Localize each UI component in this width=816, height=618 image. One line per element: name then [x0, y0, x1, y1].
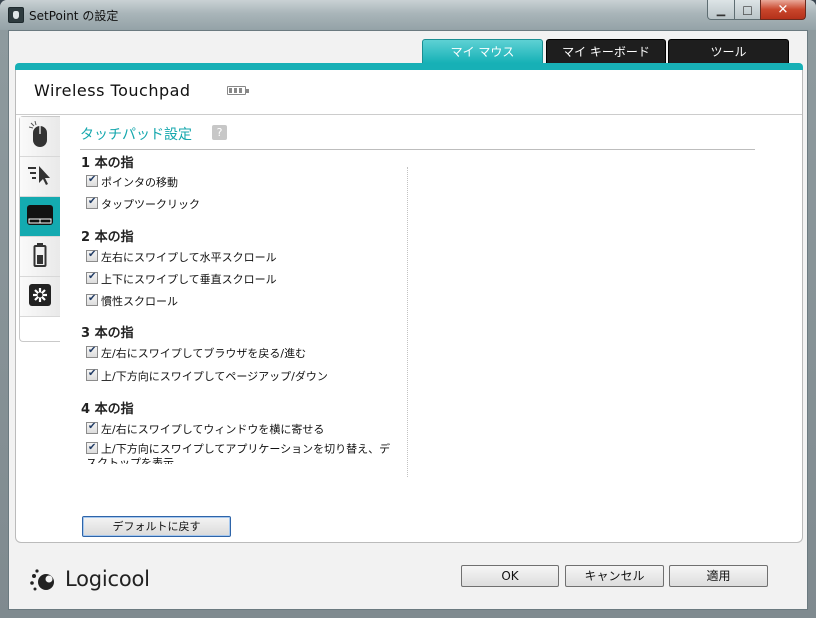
column-divider: [407, 167, 408, 477]
checkbox-pointer-move[interactable]: ポインタの移動: [86, 174, 178, 190]
group-heading-2-fingers: 2 本の指: [81, 230, 134, 245]
header-divider: [16, 114, 802, 115]
maximize-icon: □: [742, 3, 753, 16]
window-title: SetPoint の設定: [29, 9, 119, 23]
checkbox-checked-icon: [86, 249, 98, 262]
brand-name: Logicool: [65, 567, 150, 591]
checkbox-inertial-scroll[interactable]: 慣性スクロール: [86, 293, 178, 309]
mouse-icon: [28, 120, 51, 153]
checkbox-checked-icon: [86, 368, 98, 381]
checkbox-browser-back-forward[interactable]: 左/右にスワイプしてブラウザを戻る/進む: [86, 345, 306, 361]
battery-icon: [33, 242, 47, 272]
help-icon[interactable]: ?: [212, 125, 227, 140]
minimize-button[interactable]: ▁: [707, 0, 735, 20]
tab-my-keyboard[interactable]: マイ キーボード: [546, 39, 666, 64]
checkbox-checked-icon: [86, 345, 98, 358]
checkbox-checked-icon: [86, 174, 98, 187]
checkbox-page-up-down[interactable]: 上/下方向にスワイプしてページアップ/ダウン: [86, 368, 328, 384]
logicool-logo-icon: [30, 569, 54, 591]
checkbox-switch-apps-show-desktop[interactable]: 上/下方向にスワイプしてアプリケーションを切り替え、デスクトップを表示: [86, 442, 396, 464]
tab-my-mouse[interactable]: マイ マウス: [422, 39, 543, 64]
sidebar-item-mouse[interactable]: [20, 117, 60, 157]
side-tabs: [19, 116, 60, 342]
checkbox-tap-to-click[interactable]: タップツークリック: [86, 196, 200, 212]
close-icon: ✕: [777, 2, 789, 17]
group-heading-4-fingers: 4 本の指: [81, 402, 134, 417]
checkbox-checked-icon: [86, 421, 98, 434]
pointer-icon: [27, 163, 53, 191]
checkbox-checked-icon: [86, 196, 98, 209]
sidebar-item-touchpad[interactable]: [20, 197, 60, 237]
setpoint-app-icon: [8, 7, 24, 23]
section-divider: [80, 149, 755, 150]
ok-button[interactable]: OK: [461, 565, 559, 587]
sidebar-item-tools[interactable]: [20, 277, 60, 317]
checkbox-checked-icon: [86, 442, 98, 454]
checkbox-snap-windows[interactable]: 左/右にスワイプしてウィンドウを横に寄せる: [86, 421, 324, 437]
tools-icon: [28, 283, 52, 311]
checkbox-vertical-scroll[interactable]: 上下にスワイプして垂直スクロール: [86, 271, 277, 287]
group-heading-3-fingers: 3 本の指: [81, 326, 134, 341]
minimize-icon: ▁: [716, 3, 726, 16]
group-heading-1-finger: 1 本の指: [81, 156, 134, 171]
setpoint-window: SetPoint の設定 ▁ □ ✕ マイ マウス マイ キーボード ツール W…: [0, 0, 816, 618]
restore-defaults-button[interactable]: デフォルトに戻す: [82, 516, 231, 537]
battery-level-icon: [227, 86, 249, 95]
checkbox-checked-icon: [86, 271, 98, 284]
checkbox-checked-icon: [86, 293, 98, 306]
client-area: マイ マウス マイ キーボード ツール Wireless Touchpad タッ…: [8, 30, 808, 610]
close-button[interactable]: ✕: [760, 0, 806, 20]
apply-button[interactable]: 適用: [669, 565, 768, 587]
accent-bar: [15, 63, 803, 70]
section-title: タッチパッド設定: [80, 127, 192, 143]
title-bar[interactable]: SetPoint の設定 ▁ □ ✕: [0, 0, 816, 30]
device-name: Wireless Touchpad: [34, 81, 191, 100]
sidebar-item-battery[interactable]: [20, 237, 60, 277]
sidebar-item-pointer[interactable]: [20, 157, 60, 197]
settings-panel: Wireless Touchpad タッチパッド設定 ? 1 本の指 ✔ポインタ…: [15, 70, 803, 543]
maximize-button[interactable]: □: [734, 0, 761, 20]
cancel-button[interactable]: キャンセル: [565, 565, 664, 587]
touchpad-icon: [26, 203, 54, 231]
tab-tools[interactable]: ツール: [668, 39, 789, 64]
checkbox-horizontal-scroll[interactable]: 左右にスワイプして水平スクロール: [86, 249, 277, 265]
